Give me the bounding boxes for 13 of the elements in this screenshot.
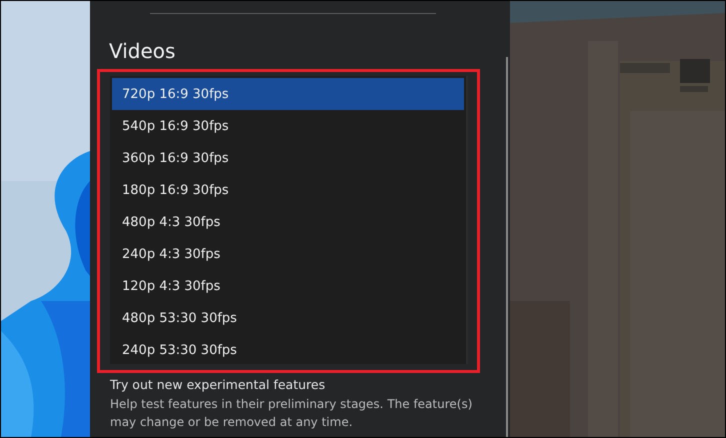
video-option[interactable]: 240p 4:3 30fps (112, 238, 464, 270)
video-option[interactable]: 480p 4:3 30fps (112, 206, 464, 238)
video-option[interactable]: 240p 53:30 30fps (112, 334, 464, 366)
experimental-description: Help test features in their preliminary stages. The feature(s) may change or be removed at any time. (110, 396, 474, 431)
section-title: Videos (109, 38, 176, 64)
video-option[interactable]: 480p 53:30 30fps (112, 302, 464, 334)
experimental-title: Try out new experimental features (110, 376, 326, 394)
video-option[interactable]: 720p 16:9 30fps (112, 78, 464, 110)
scrollbar[interactable] (506, 57, 508, 437)
video-option[interactable]: 360p 16:9 30fps (112, 142, 464, 174)
video-option[interactable]: 180p 16:9 30fps (112, 174, 464, 206)
video-option[interactable]: 120p 4:3 30fps (112, 270, 464, 302)
video-option[interactable]: 540p 16:9 30fps (112, 110, 464, 142)
